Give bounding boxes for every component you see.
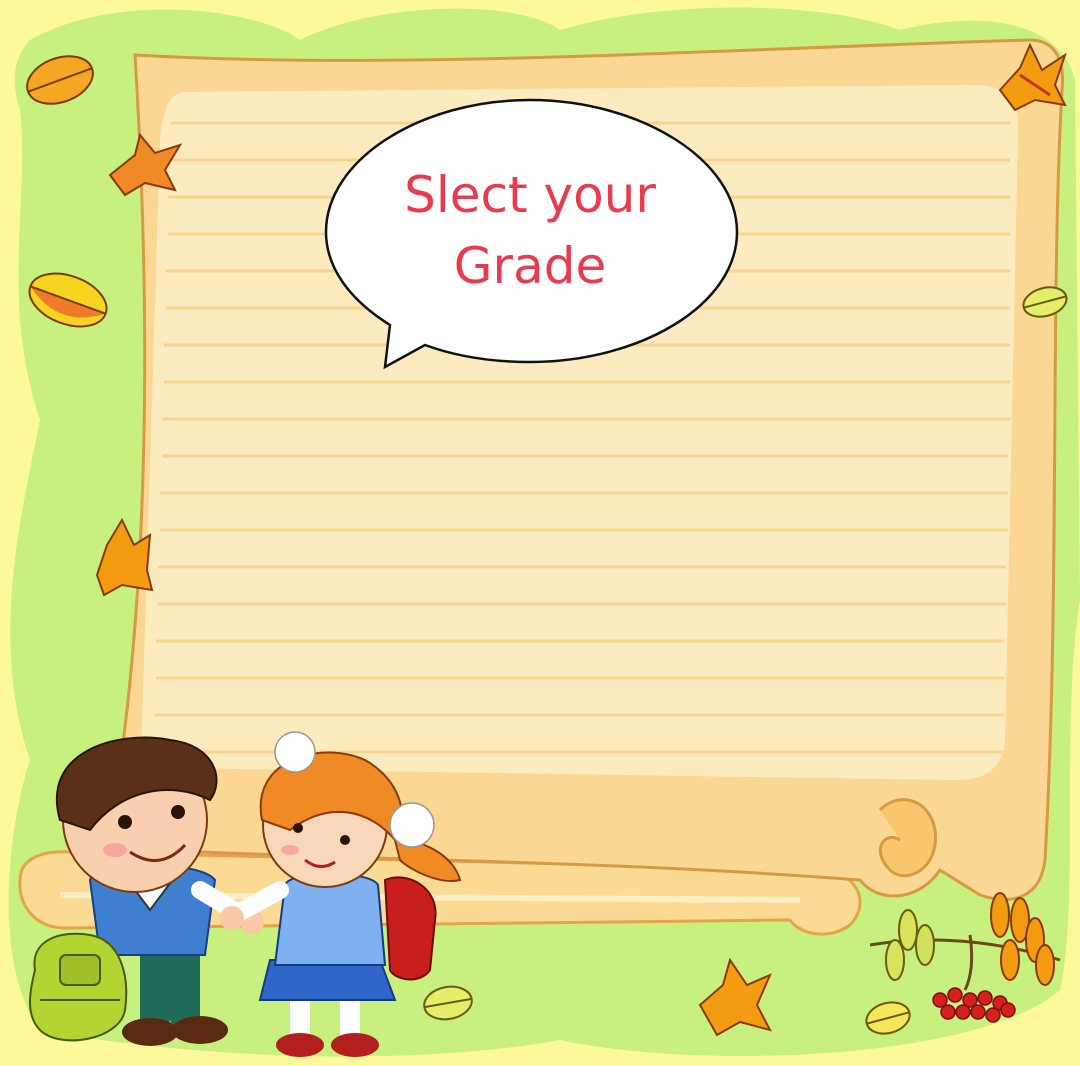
grade-prompt: Slect your Grade xyxy=(360,160,700,302)
grade-prompt-line-2: Grade xyxy=(453,237,607,295)
grade-prompt-line-1: Slect your xyxy=(404,166,656,224)
scroll-curl xyxy=(878,798,937,878)
